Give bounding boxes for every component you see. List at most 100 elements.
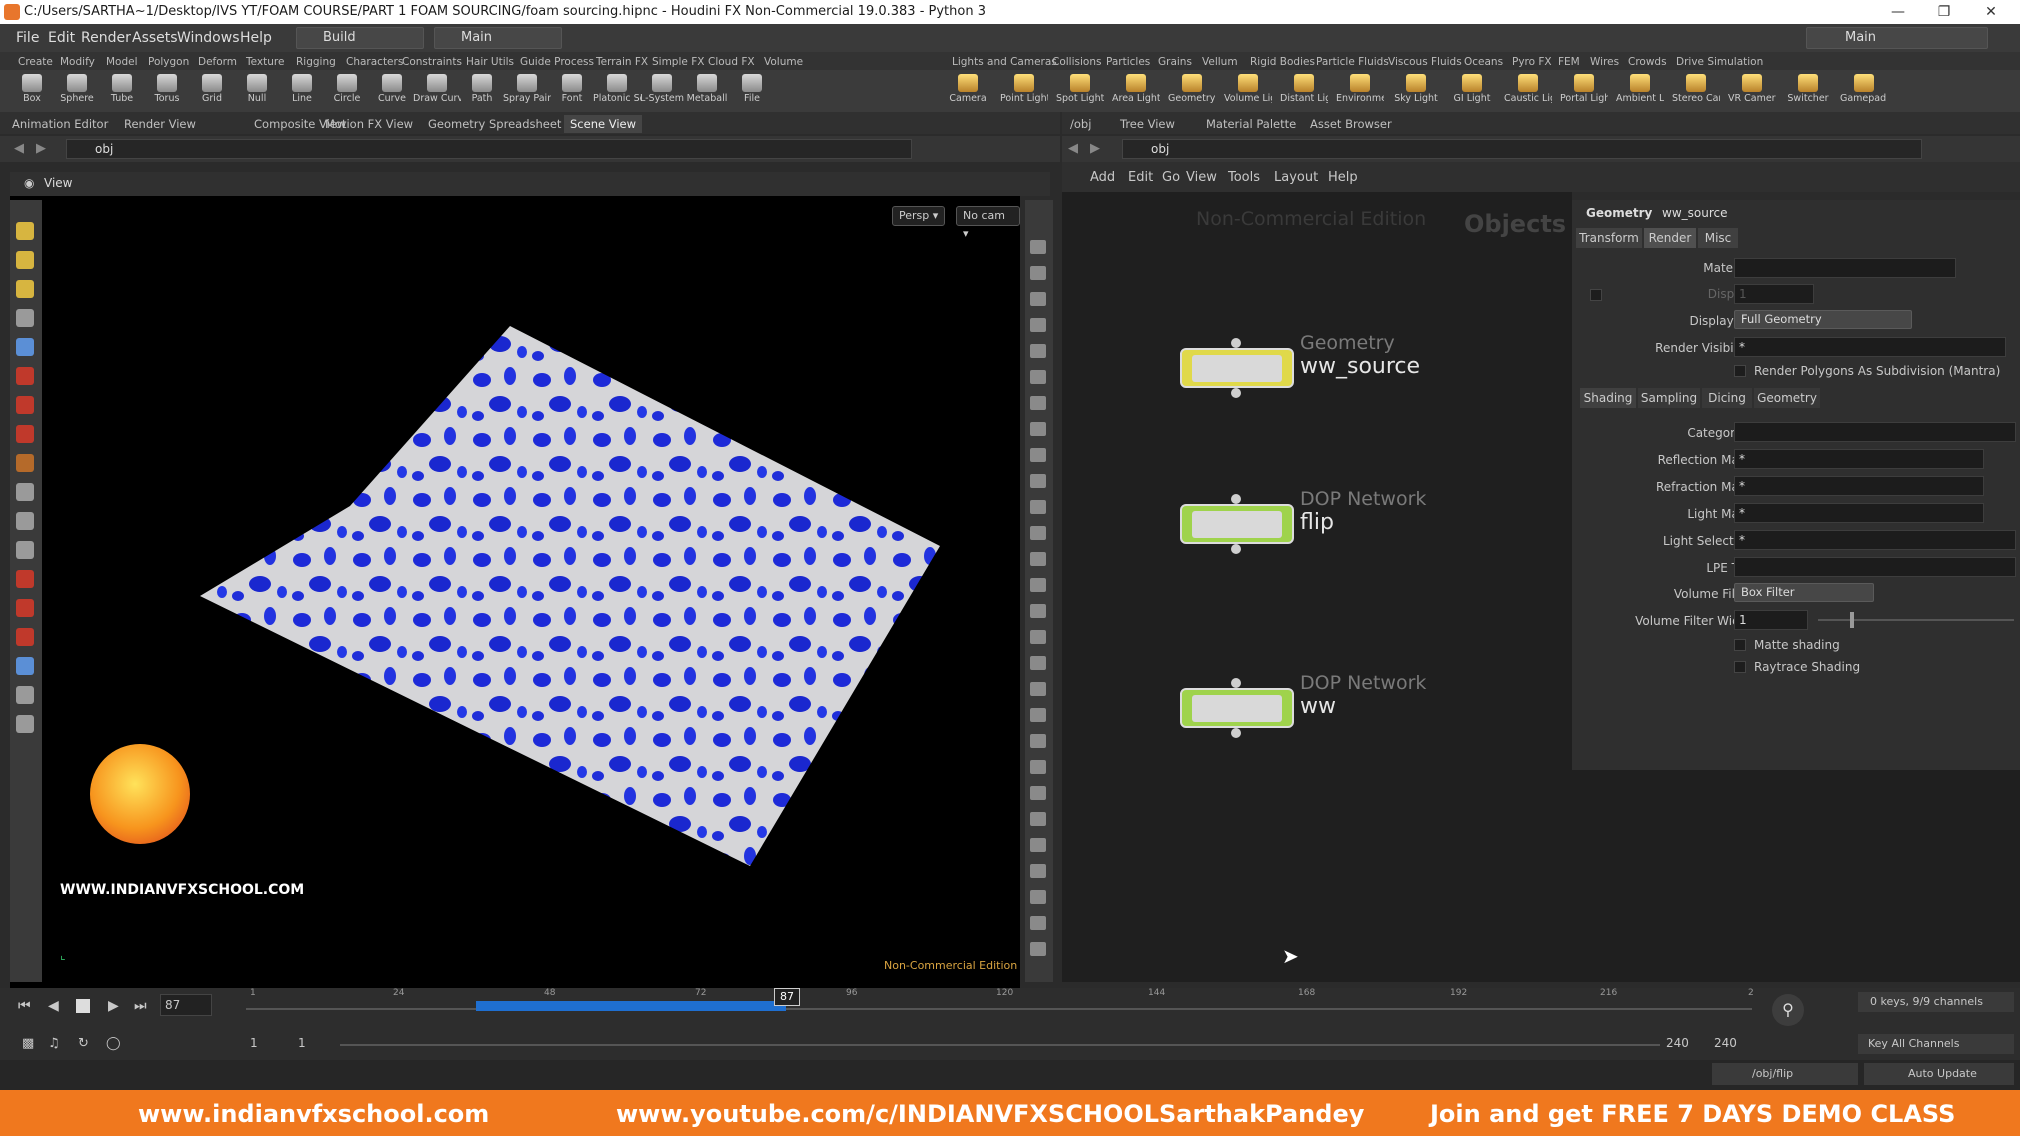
tool-button[interactable]: Path	[458, 72, 506, 112]
viewer-tool-icon[interactable]	[16, 425, 34, 443]
shelf-tab[interactable]: Rigging	[296, 54, 336, 70]
slider-handle[interactable]	[1850, 612, 1854, 628]
shelf-tab[interactable]: Pyro FX	[1512, 54, 1552, 70]
pane-tab[interactable]: Render View	[124, 115, 196, 133]
play-reverse-icon[interactable]: ◀	[48, 998, 59, 1014]
range-end-field[interactable]: 240	[1666, 1036, 1689, 1050]
shelf-tab[interactable]: Wires	[1590, 54, 1619, 70]
viewer-tool-icon[interactable]	[16, 599, 34, 617]
tool-button[interactable]: Geometry Light	[1168, 72, 1216, 112]
net-menu-help[interactable]: Help	[1328, 170, 1358, 185]
net-back-arrow-icon[interactable]: ◀	[1068, 141, 1078, 156]
menu-help[interactable]: Help	[240, 30, 272, 46]
display-option-icon[interactable]	[1030, 604, 1046, 618]
tool-button[interactable]: Curve	[368, 72, 416, 112]
node-input-ww_source[interactable]	[1231, 338, 1241, 348]
viewer-tool-icon[interactable]	[16, 570, 34, 588]
tab-sampling[interactable]: Sampling	[1638, 388, 1700, 408]
tool-button[interactable]: File	[728, 72, 776, 112]
display-option-icon[interactable]	[1030, 266, 1046, 280]
net-forward-arrow-icon[interactable]: ▶	[1090, 141, 1100, 156]
display-option-icon[interactable]	[1030, 656, 1046, 670]
tab-geometry[interactable]: Geometry	[1754, 388, 1820, 408]
tool-button[interactable]: Sky Light	[1392, 72, 1440, 112]
display-option-icon[interactable]	[1030, 370, 1046, 384]
viewer-tool-icon[interactable]	[16, 715, 34, 733]
minimize-button[interactable]: —	[1875, 0, 1921, 24]
node-ww[interactable]	[1180, 688, 1294, 728]
shelf-tab[interactable]: Guide Process	[520, 54, 594, 70]
display-option-icon[interactable]	[1030, 890, 1046, 904]
tool-button[interactable]: Draw Curve	[413, 72, 461, 112]
key-all-channels-button[interactable]: Key All Channels	[1858, 1034, 2014, 1054]
status-path[interactable]: /obj/flip	[1712, 1063, 1858, 1085]
network-editor[interactable]: Non-Commercial Edition Objects	[1062, 192, 1572, 982]
pane-tab[interactable]: Asset Browser	[1310, 115, 1392, 133]
light-selection-field[interactable]: *	[1734, 530, 2016, 550]
display-option-icon[interactable]	[1030, 916, 1046, 930]
tool-button[interactable]: Metaball	[683, 72, 731, 112]
shelf-tab[interactable]: FEM	[1558, 54, 1580, 70]
shelf-tab[interactable]: Characters	[346, 54, 403, 70]
tool-button[interactable]: Line	[278, 72, 326, 112]
shelf-tab[interactable]: Modify	[60, 54, 95, 70]
timeline-track[interactable]	[246, 1008, 1752, 1010]
lpe-tag-field[interactable]	[1734, 557, 2016, 577]
auto-update-menu[interactable]: Auto Update	[1864, 1063, 2014, 1085]
shelf-tab[interactable]: Vellum	[1202, 54, 1238, 70]
display-option-icon[interactable]	[1030, 240, 1046, 254]
tool-button[interactable]: Null	[233, 72, 281, 112]
tool-button[interactable]: GI Light	[1448, 72, 1496, 112]
display-option-icon[interactable]	[1030, 318, 1046, 332]
stop-icon[interactable]	[76, 999, 90, 1013]
tool-button[interactable]: Spot Light	[1056, 72, 1104, 112]
pane-tab[interactable]: Scene View	[564, 115, 643, 133]
display-option-icon[interactable]	[1030, 760, 1046, 774]
tool-button[interactable]: Switcher	[1784, 72, 1832, 112]
tab-misc[interactable]: Misc	[1698, 228, 1738, 248]
node-output-ww[interactable]	[1231, 728, 1241, 738]
viewer-tool-icon[interactable]	[16, 309, 34, 327]
display-option-icon[interactable]	[1030, 474, 1046, 488]
display-field[interactable]: 1	[1734, 284, 1814, 304]
tool-button[interactable]: L-System	[638, 72, 686, 112]
camera-menu[interactable]: No cam ▾	[956, 206, 1020, 240]
shelf-tab[interactable]: Cloud FX	[708, 54, 755, 70]
tool-button[interactable]: VR Camera	[1728, 72, 1776, 112]
reflection-mask-field[interactable]: *	[1734, 449, 1984, 469]
playhead-marker[interactable]: 87	[774, 988, 800, 1006]
audio-icon[interactable]: ♫	[48, 1036, 60, 1051]
network-context-dropdown[interactable]: Main	[434, 27, 562, 49]
net-menu-view[interactable]: View	[1186, 170, 1217, 185]
shelf-tab[interactable]: Drive Simulation	[1676, 54, 1763, 70]
shelf-tab[interactable]: Collisions	[1052, 54, 1101, 70]
matte-shading-checkbox[interactable]	[1734, 639, 1746, 651]
tool-button[interactable]: Distant Light	[1280, 72, 1328, 112]
shelf-tab[interactable]: Deform	[198, 54, 237, 70]
menu-file[interactable]: File	[16, 30, 39, 46]
net-menu-tools[interactable]: Tools	[1228, 170, 1260, 185]
viewer-tool-icon[interactable]	[16, 657, 34, 675]
display-option-icon[interactable]	[1030, 734, 1046, 748]
jump-end-icon[interactable]: ⏭	[134, 998, 147, 1014]
display-option-icon[interactable]	[1030, 812, 1046, 826]
net-menu-go[interactable]: Go	[1162, 170, 1180, 185]
viewer-tool-icon[interactable]	[16, 628, 34, 646]
shelf-tab[interactable]: Hair Utils	[466, 54, 514, 70]
scene-viewport[interactable]: Persp ▾ No cam ▾ WWW.INDIANVFXSCHOOL.COM…	[10, 196, 1020, 1014]
viewer-tool-icon[interactable]	[16, 541, 34, 559]
scope-key-icon[interactable]: ⚲	[1772, 994, 1804, 1026]
range-start2-field[interactable]: 1	[298, 1036, 306, 1050]
display-option-icon[interactable]	[1030, 682, 1046, 696]
jump-start-icon[interactable]: ⏮	[18, 998, 31, 1014]
tool-button[interactable]: Spray Paint	[503, 72, 551, 112]
tool-button[interactable]: Volume Light	[1224, 72, 1272, 112]
volume-filter-menu[interactable]: Box Filter	[1734, 583, 1874, 602]
shelf-tab[interactable]: Polygon	[148, 54, 189, 70]
shelf-tab[interactable]: Viscous Fluids	[1388, 54, 1462, 70]
net-menu-add[interactable]: Add	[1090, 170, 1115, 185]
pane-tab[interactable]: Geometry Spreadsheet	[428, 115, 561, 133]
tool-button[interactable]: Box	[8, 72, 56, 112]
display-option-icon[interactable]	[1030, 578, 1046, 592]
display-option-icon[interactable]	[1030, 552, 1046, 566]
